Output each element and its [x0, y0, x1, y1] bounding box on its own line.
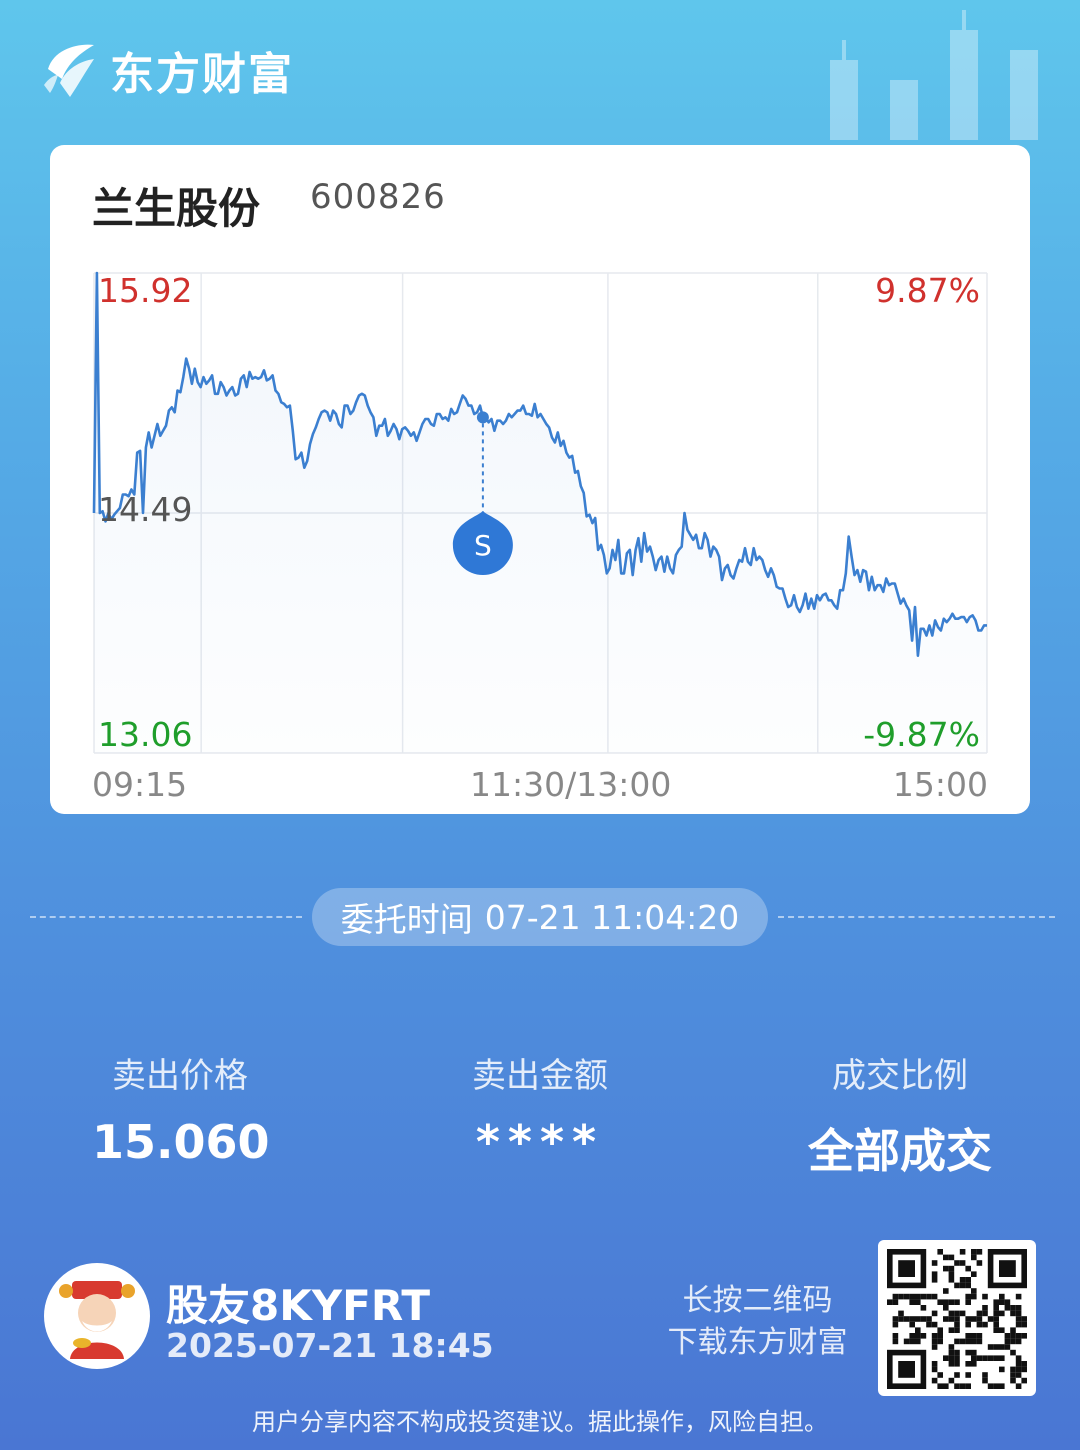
price-base-label: 14.49 [98, 490, 193, 529]
intraday-chart: S [92, 271, 988, 754]
user-avatar[interactable] [44, 1263, 150, 1369]
eastmoney-logo-icon [44, 44, 94, 97]
pct-high-label: 9.87% [875, 271, 980, 310]
stat-sell-amount: 卖出金额 **** [390, 1048, 690, 1169]
qr-code[interactable] [878, 1240, 1036, 1396]
decorative-candles-icon [830, 10, 1038, 140]
qr-hint-line2: 下载东方财富 [667, 1325, 848, 1360]
order-time-row: 委托时间 07-21 11:04:20 [30, 888, 1055, 946]
sell-marker-label: S [474, 529, 492, 562]
order-time-pill: 委托时间 07-21 11:04:20 [312, 888, 768, 946]
stat-value: 15.060 [92, 1115, 270, 1169]
order-time-label: 委托时间 [340, 900, 473, 939]
time-start-label: 09:15 [92, 765, 188, 804]
dashed-divider-right [778, 916, 1055, 918]
stock-chart-card: 兰生股份 600826 S 15.92 9.87% 14.49 13.06 -9… [50, 145, 1030, 814]
stat-sell-price: 卖出价格 15.060 [30, 1048, 330, 1169]
brand-name: 东方财富 [110, 49, 294, 100]
disclaimer: 用户分享内容不构成投资建议。据此操作，风险自担。 [252, 1408, 828, 1436]
order-time-value: 07-21 11:04:20 [484, 897, 740, 937]
share-time: 2025-07-21 18:45 [166, 1326, 494, 1365]
qr-hint: 长按二维码 下载东方财富 [650, 1280, 865, 1364]
stat-fill-ratio: 成交比例 全部成交 [750, 1048, 1050, 1181]
price-high-label: 15.92 [98, 271, 193, 310]
stat-label: 卖出金额 [472, 1056, 608, 1096]
qr-code-icon [887, 1249, 1027, 1389]
stat-value: **** [475, 1115, 605, 1169]
app-header: 东方财富 [40, 38, 294, 102]
stat-label: 成交比例 [832, 1056, 968, 1096]
time-mid-label: 11:30/13:00 [470, 765, 672, 804]
pct-low-label: -9.87% [863, 715, 980, 754]
sell-point-dot [476, 411, 489, 424]
stat-value: 全部成交 [808, 1124, 992, 1178]
price-low-label: 13.06 [98, 715, 193, 754]
user-name: 股友8KYFRT [166, 1281, 430, 1330]
caishen-avatar-icon [59, 1281, 135, 1359]
dashed-divider-left [30, 916, 302, 918]
time-end-label: 15:00 [892, 765, 988, 804]
qr-hint-line1: 长按二维码 [682, 1283, 833, 1318]
stat-label: 卖出价格 [112, 1056, 248, 1096]
